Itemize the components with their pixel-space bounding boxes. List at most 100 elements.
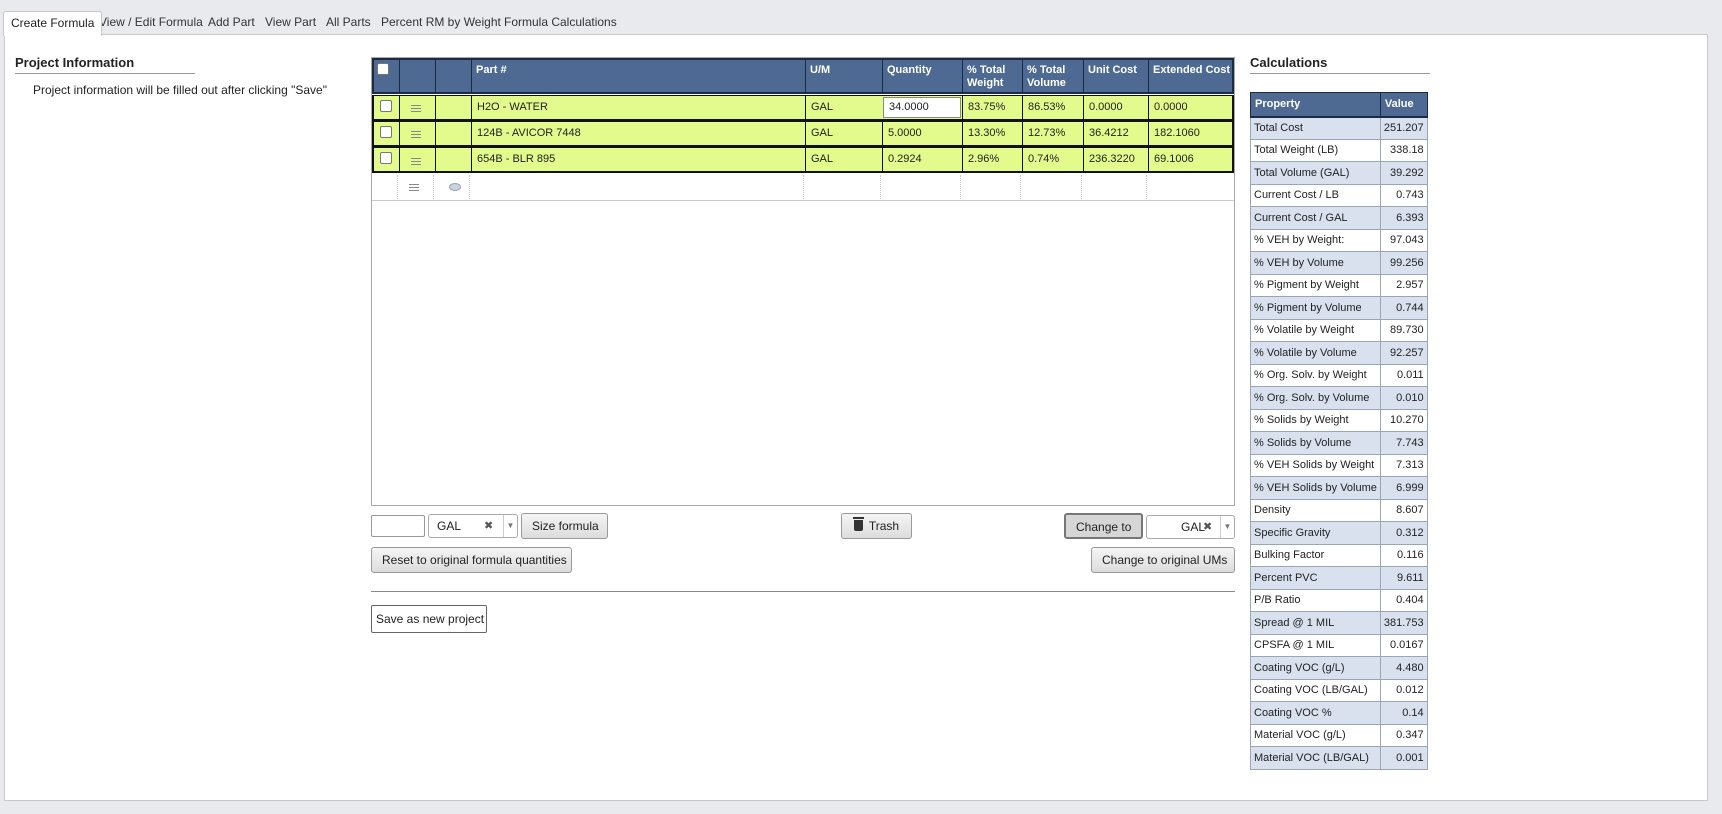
change-um-select[interactable]: GAL ✖ ▼ xyxy=(1146,515,1235,539)
calc-property: Percent PVC xyxy=(1250,566,1381,590)
drag-handle-icon[interactable] xyxy=(411,158,421,165)
drag-handle-icon[interactable] xyxy=(411,105,421,112)
um-cell[interactable]: GAL xyxy=(805,96,882,120)
unit-cost-cell: 236.3220 xyxy=(1083,148,1148,172)
comment-cell xyxy=(435,96,471,120)
header-value: Value xyxy=(1379,92,1428,118)
save-new-project-button[interactable]: Save as new project xyxy=(371,605,487,633)
tab-create-formula[interactable]: Create Formula xyxy=(3,11,103,36)
calc-row: Current Cost / LB 0.743 xyxy=(1250,183,1428,207)
calc-row: % VEH Solids by Volume 6.999 xyxy=(1250,476,1428,500)
drag-cell[interactable] xyxy=(399,122,435,146)
calc-property: % VEH by Weight: xyxy=(1250,228,1381,252)
table-row[interactable]: 654B - BLR 895 GAL 0.2924 2.96% 0.74% 23… xyxy=(372,147,1234,173)
chevron-down-icon[interactable]: ▼ xyxy=(1220,516,1234,538)
calc-property: Total Cost xyxy=(1250,116,1381,140)
select-all-checkbox[interactable] xyxy=(377,63,389,75)
tab-bar: Create Formula View / Edit Formula Add P… xyxy=(0,0,1722,36)
pct-weight-cell: 2.96% xyxy=(962,148,1022,172)
clear-icon[interactable]: ✖ xyxy=(1203,516,1212,538)
calc-row: % Org. Solv. by Weight 0.011 xyxy=(1250,363,1428,387)
quantity-input[interactable]: 34.0000 xyxy=(883,97,961,118)
calc-value: 92.257 xyxy=(1379,341,1428,365)
calc-row: Specific Gravity 0.312 xyxy=(1250,521,1428,545)
calc-row: Total Weight (LB) 338.18 xyxy=(1250,138,1428,162)
calc-value: 0.011 xyxy=(1379,363,1428,387)
part-cell[interactable]: H2O - WATER xyxy=(471,96,805,120)
change-to-button[interactable]: Change to xyxy=(1064,513,1143,539)
calc-value: 0.744 xyxy=(1379,296,1428,320)
ext-cost-cell: 0.0000 xyxy=(1148,96,1234,120)
drag-handle-icon[interactable] xyxy=(409,184,419,191)
calc-value: 10.270 xyxy=(1379,408,1428,432)
calc-row: Total Cost 251.207 xyxy=(1250,116,1428,140)
chevron-down-icon[interactable]: ▼ xyxy=(503,515,517,537)
calc-row: % Solids by Weight 10.270 xyxy=(1250,408,1428,432)
part-cell[interactable]: 124B - AVICOR 7448 xyxy=(471,122,805,146)
quantity-cell[interactable]: 5.0000 xyxy=(882,122,962,146)
um-cell[interactable]: GAL xyxy=(805,122,882,146)
tab-all-parts[interactable]: All Parts xyxy=(319,11,378,35)
calc-value: 6.393 xyxy=(1379,206,1428,230)
comment-cell xyxy=(435,148,471,172)
table-row[interactable]: 124B - AVICOR 7448 GAL 5.0000 13.30% 12.… xyxy=(372,121,1234,147)
size-um-select[interactable]: GAL ✖ ▼ xyxy=(428,514,518,538)
header-part[interactable]: Part # xyxy=(471,60,805,92)
tab-view-part[interactable]: View Part xyxy=(258,11,323,35)
calc-value: 2.957 xyxy=(1379,273,1428,297)
calc-row: % Volatile by Weight 89.730 xyxy=(1250,318,1428,342)
calc-row: % Solids by Volume 7.743 xyxy=(1250,431,1428,455)
tab-view-edit-formula[interactable]: View / Edit Formula xyxy=(92,11,210,35)
row-checkbox[interactable] xyxy=(380,126,392,138)
calc-property: % Pigment by Weight xyxy=(1250,273,1381,297)
clear-icon[interactable]: ✖ xyxy=(484,515,493,537)
drag-handle-icon[interactable] xyxy=(411,131,421,138)
row-checkbox[interactable] xyxy=(380,100,392,112)
drag-cell[interactable] xyxy=(399,96,435,120)
tab-percent-rm-by-weight[interactable]: Percent RM by Weight xyxy=(374,11,508,35)
reset-quantities-button[interactable]: Reset to original formula quantities xyxy=(371,547,572,573)
calc-value: 39.292 xyxy=(1379,161,1428,185)
calc-property: % Volatile by Weight xyxy=(1250,318,1381,342)
calc-property: Bulking Factor xyxy=(1250,543,1381,567)
calc-property: % VEH Solids by Weight xyxy=(1250,453,1381,477)
row-checkbox[interactable] xyxy=(380,152,392,164)
pct-volume-cell: 86.53% xyxy=(1022,96,1083,120)
header-pct-volume[interactable]: % Total Volume xyxy=(1022,60,1083,92)
pct-volume-cell: 0.74% xyxy=(1022,148,1083,172)
size-quantity-input[interactable] xyxy=(371,515,425,537)
header-pct-weight[interactable]: % Total Weight xyxy=(962,60,1022,92)
part-cell[interactable]: 654B - BLR 895 xyxy=(471,148,805,172)
tab-add-part[interactable]: Add Part xyxy=(201,11,262,35)
drag-cell[interactable] xyxy=(399,148,435,172)
calc-property: Current Cost / LB xyxy=(1250,183,1381,207)
calc-property: P/B Ratio xyxy=(1250,588,1381,612)
comment-cell xyxy=(435,122,471,146)
grid-header: Part # U/M Quantity % Total Weight % Tot… xyxy=(372,58,1234,94)
trash-button[interactable]: Trash xyxy=(841,513,912,539)
header-unit-cost[interactable]: Unit Cost xyxy=(1083,60,1148,92)
um-cell[interactable]: GAL xyxy=(805,148,882,172)
divider xyxy=(371,591,1235,592)
header-extended-cost[interactable]: Extended Cost xyxy=(1148,60,1234,92)
calc-value: 6.999 xyxy=(1379,476,1428,500)
table-row[interactable]: H2O - WATER GAL 34.0000 83.75% 86.53% 0.… xyxy=(372,95,1234,121)
comment-icon[interactable] xyxy=(449,183,461,191)
calc-value: 7.313 xyxy=(1379,453,1428,477)
header-quantity[interactable]: Quantity xyxy=(882,60,962,92)
calc-property: Specific Gravity xyxy=(1250,521,1381,545)
calc-value: 99.256 xyxy=(1379,251,1428,275)
calc-property: % Solids by Volume xyxy=(1250,431,1381,455)
calc-row: Density 8.607 xyxy=(1250,498,1428,522)
header-um[interactable]: U/M xyxy=(805,60,882,92)
new-part-row[interactable] xyxy=(372,175,1234,201)
size-formula-button[interactable]: Size formula xyxy=(521,513,608,539)
change-um-value: GAL xyxy=(1181,520,1206,534)
tab-formula-calculations[interactable]: Formula Calculations xyxy=(497,11,624,35)
calc-property: % Volatile by Volume xyxy=(1250,341,1381,365)
quantity-cell[interactable]: 0.2924 xyxy=(882,148,962,172)
calc-property: Coating VOC (g/L) xyxy=(1250,656,1381,680)
calc-row: Coating VOC (LB/GAL) 0.012 xyxy=(1250,678,1428,702)
change-original-ums-button[interactable]: Change to original UMs xyxy=(1091,547,1235,573)
calc-property: Material VOC (g/L) xyxy=(1250,723,1381,747)
